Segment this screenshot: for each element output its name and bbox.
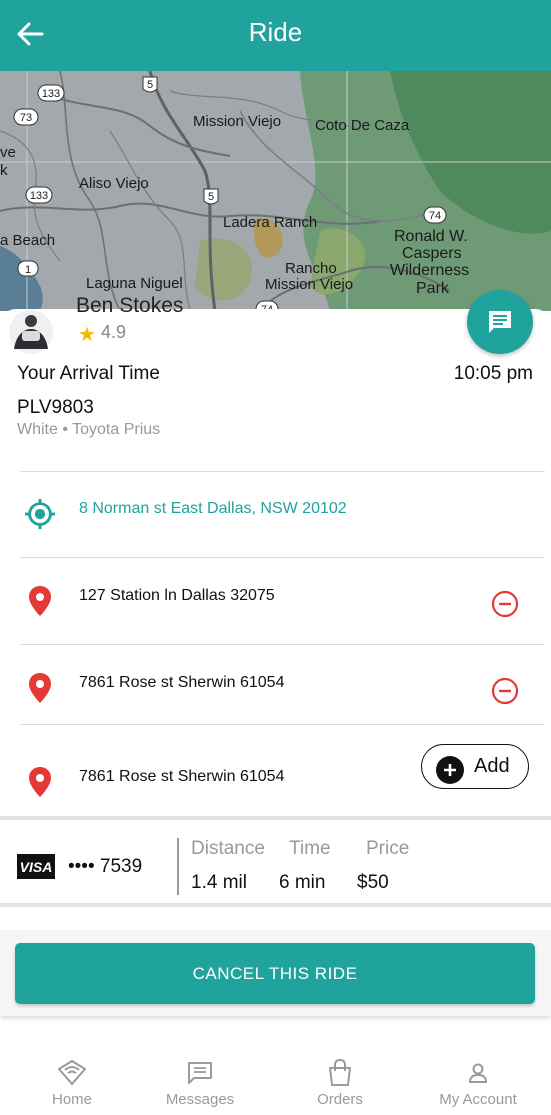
pickup-address[interactable]: 8 Norman st East Dallas, NSW 20102 <box>79 500 347 518</box>
shield-133a: 133 <box>42 88 60 100</box>
tab-label: Messages <box>165 1091 235 1108</box>
map-label: Mission Viejo <box>265 276 354 293</box>
svg-text:73: 73 <box>20 112 32 124</box>
section-separator <box>0 816 551 820</box>
driver-rating: 4.9 <box>101 322 127 342</box>
map-label: Coto De Caza <box>315 117 410 134</box>
stop-address[interactable]: 7861 Rose st Sherwin 61054 <box>79 768 284 786</box>
map-label: Aliso Viejo <box>79 175 149 192</box>
tab-home[interactable]: Home <box>12 1059 132 1108</box>
visa-icon: VISA <box>17 854 55 879</box>
time-label: Time <box>289 838 331 859</box>
map-label: Caspers <box>402 245 462 262</box>
divider <box>20 644 545 645</box>
tab-messages[interactable]: Messages <box>140 1059 260 1108</box>
price-label: Price <box>366 838 410 859</box>
minus-circle-icon <box>491 677 519 705</box>
tab-label: Home <box>51 1091 92 1108</box>
minus-circle-icon <box>491 590 519 618</box>
arrival-time: 10:05 pm <box>453 363 533 384</box>
messages-icon <box>188 1062 212 1084</box>
location-pin-icon <box>24 765 56 799</box>
tab-my-account[interactable]: My Account <box>418 1059 538 1108</box>
location-pin-icon <box>24 671 56 705</box>
map-label: Mission Viejo <box>193 113 282 130</box>
svg-text:5: 5 <box>208 191 214 203</box>
vehicle-info: White • Toyota Prius <box>17 421 161 438</box>
chat-driver-button[interactable] <box>467 290 533 354</box>
time-value: 6 min <box>279 872 326 893</box>
app-header: Ride <box>0 0 551 71</box>
driver-name: Ben Stokes <box>76 294 184 317</box>
chat-icon <box>489 311 511 333</box>
remove-stop-button[interactable] <box>490 589 520 619</box>
map-label: Ronald W. <box>394 228 468 245</box>
divider <box>20 724 545 725</box>
price-value: $50 <box>357 872 389 893</box>
divider <box>20 557 545 558</box>
distance-value: 1.4 mil <box>191 872 247 893</box>
remove-stop-button[interactable] <box>490 676 520 706</box>
page-title: Ride <box>248 17 303 47</box>
divider <box>20 471 545 472</box>
home-icon <box>58 1060 86 1085</box>
tab-label: My Account <box>439 1091 517 1108</box>
card-number[interactable]: •••• 7539 <box>68 856 142 878</box>
driver-avatar <box>8 309 54 355</box>
map-label: a Beach <box>0 232 56 249</box>
svg-text:133: 133 <box>30 190 48 202</box>
map-label: Wilderness <box>390 262 470 279</box>
tab-label: Orders <box>317 1091 363 1108</box>
location-target-icon <box>24 497 56 531</box>
account-icon <box>468 1063 488 1083</box>
star-icon: ★ <box>78 324 96 346</box>
add-stop-label: Add <box>474 755 510 777</box>
map-label: Rancho <box>285 260 337 277</box>
map-label: k <box>0 162 8 179</box>
stop-address[interactable]: 127 Station ln Dallas 32075 <box>79 587 275 605</box>
svg-text:1: 1 <box>25 264 31 276</box>
map-label: Laguna Niguel <box>86 275 183 292</box>
plus-icon <box>436 755 464 784</box>
add-stop-button[interactable]: Add <box>421 744 529 789</box>
section-separator <box>0 903 551 907</box>
tab-orders[interactable]: Orders <box>280 1059 400 1108</box>
svg-text:5: 5 <box>147 79 153 91</box>
map-label: ve <box>0 144 16 161</box>
location-pin-icon <box>24 584 56 618</box>
bag-icon <box>329 1059 351 1086</box>
vertical-divider <box>177 838 179 895</box>
route-map[interactable]: 133 73 133 1 74 74 5 5 Mission Viejo Cot… <box>0 71 551 311</box>
distance-label: Distance <box>191 838 265 859</box>
stop-address[interactable]: 7861 Rose st Sherwin 61054 <box>79 674 284 692</box>
arrival-label: Your Arrival Time <box>17 363 160 384</box>
cancel-ride-button[interactable]: CANCEL THIS RIDE <box>15 943 535 1004</box>
map-label: Ladera Ranch <box>223 214 318 231</box>
svg-text:74: 74 <box>429 210 441 222</box>
map-label: Park <box>416 280 449 297</box>
license-plate: PLV9803 <box>17 397 94 418</box>
